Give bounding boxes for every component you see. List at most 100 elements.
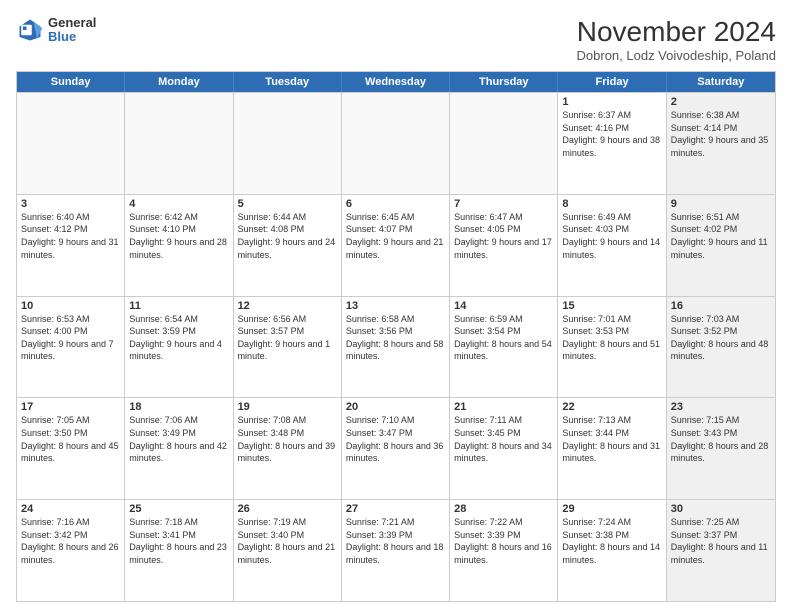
day-info: Sunrise: 6:54 AM Sunset: 3:59 PM Dayligh… (129, 313, 228, 363)
calendar-cell (17, 93, 125, 194)
weekday-header: Sunday (17, 72, 125, 92)
month-title: November 2024 (577, 16, 776, 48)
calendar-cell: 6Sunrise: 6:45 AM Sunset: 4:07 PM Daylig… (342, 195, 450, 296)
day-info: Sunrise: 7:16 AM Sunset: 3:42 PM Dayligh… (21, 516, 120, 566)
calendar-body: 1Sunrise: 6:37 AM Sunset: 4:16 PM Daylig… (17, 92, 775, 601)
day-info: Sunrise: 7:18 AM Sunset: 3:41 PM Dayligh… (129, 516, 228, 566)
day-info: Sunrise: 7:13 AM Sunset: 3:44 PM Dayligh… (562, 414, 661, 464)
day-number: 21 (454, 401, 553, 413)
logo-icon (16, 16, 44, 44)
day-number: 9 (671, 198, 771, 210)
calendar-row: 1Sunrise: 6:37 AM Sunset: 4:16 PM Daylig… (17, 92, 775, 194)
calendar-row: 17Sunrise: 7:05 AM Sunset: 3:50 PM Dayli… (17, 397, 775, 499)
day-number: 24 (21, 503, 120, 515)
calendar-cell: 18Sunrise: 7:06 AM Sunset: 3:49 PM Dayli… (125, 398, 233, 499)
day-info: Sunrise: 6:45 AM Sunset: 4:07 PM Dayligh… (346, 211, 445, 261)
calendar-cell: 20Sunrise: 7:10 AM Sunset: 3:47 PM Dayli… (342, 398, 450, 499)
calendar-row: 10Sunrise: 6:53 AM Sunset: 4:00 PM Dayli… (17, 296, 775, 398)
day-number: 1 (562, 96, 661, 108)
day-info: Sunrise: 6:40 AM Sunset: 4:12 PM Dayligh… (21, 211, 120, 261)
calendar-cell: 14Sunrise: 6:59 AM Sunset: 3:54 PM Dayli… (450, 297, 558, 398)
logo-blue: Blue (48, 30, 96, 44)
day-number: 30 (671, 503, 771, 515)
calendar: SundayMondayTuesdayWednesdayThursdayFrid… (16, 71, 776, 602)
day-info: Sunrise: 6:49 AM Sunset: 4:03 PM Dayligh… (562, 211, 661, 261)
day-info: Sunrise: 7:01 AM Sunset: 3:53 PM Dayligh… (562, 313, 661, 363)
calendar-cell: 26Sunrise: 7:19 AM Sunset: 3:40 PM Dayli… (234, 500, 342, 601)
day-number: 20 (346, 401, 445, 413)
calendar-cell: 22Sunrise: 7:13 AM Sunset: 3:44 PM Dayli… (558, 398, 666, 499)
logo-general: General (48, 16, 96, 30)
day-number: 11 (129, 300, 228, 312)
weekday-header: Thursday (450, 72, 558, 92)
day-number: 13 (346, 300, 445, 312)
calendar-cell: 1Sunrise: 6:37 AM Sunset: 4:16 PM Daylig… (558, 93, 666, 194)
calendar-cell: 15Sunrise: 7:01 AM Sunset: 3:53 PM Dayli… (558, 297, 666, 398)
calendar-cell: 2Sunrise: 6:38 AM Sunset: 4:14 PM Daylig… (667, 93, 775, 194)
day-number: 6 (346, 198, 445, 210)
day-info: Sunrise: 6:37 AM Sunset: 4:16 PM Dayligh… (562, 109, 661, 159)
calendar-cell: 5Sunrise: 6:44 AM Sunset: 4:08 PM Daylig… (234, 195, 342, 296)
page: General Blue November 2024 Dobron, Lodz … (0, 0, 792, 612)
calendar-cell (450, 93, 558, 194)
day-info: Sunrise: 6:58 AM Sunset: 3:56 PM Dayligh… (346, 313, 445, 363)
day-number: 19 (238, 401, 337, 413)
calendar-cell: 12Sunrise: 6:56 AM Sunset: 3:57 PM Dayli… (234, 297, 342, 398)
day-info: Sunrise: 7:05 AM Sunset: 3:50 PM Dayligh… (21, 414, 120, 464)
day-info: Sunrise: 7:08 AM Sunset: 3:48 PM Dayligh… (238, 414, 337, 464)
calendar-cell: 17Sunrise: 7:05 AM Sunset: 3:50 PM Dayli… (17, 398, 125, 499)
calendar-cell: 30Sunrise: 7:25 AM Sunset: 3:37 PM Dayli… (667, 500, 775, 601)
calendar-cell (342, 93, 450, 194)
calendar-cell: 4Sunrise: 6:42 AM Sunset: 4:10 PM Daylig… (125, 195, 233, 296)
calendar-header: SundayMondayTuesdayWednesdayThursdayFrid… (17, 72, 775, 92)
day-number: 22 (562, 401, 661, 413)
day-number: 10 (21, 300, 120, 312)
calendar-cell (125, 93, 233, 194)
calendar-cell: 21Sunrise: 7:11 AM Sunset: 3:45 PM Dayli… (450, 398, 558, 499)
day-info: Sunrise: 6:56 AM Sunset: 3:57 PM Dayligh… (238, 313, 337, 363)
calendar-cell: 29Sunrise: 7:24 AM Sunset: 3:38 PM Dayli… (558, 500, 666, 601)
day-number: 25 (129, 503, 228, 515)
day-number: 12 (238, 300, 337, 312)
weekday-header: Monday (125, 72, 233, 92)
calendar-cell: 7Sunrise: 6:47 AM Sunset: 4:05 PM Daylig… (450, 195, 558, 296)
day-info: Sunrise: 6:47 AM Sunset: 4:05 PM Dayligh… (454, 211, 553, 261)
calendar-cell: 27Sunrise: 7:21 AM Sunset: 3:39 PM Dayli… (342, 500, 450, 601)
header: General Blue November 2024 Dobron, Lodz … (16, 16, 776, 63)
day-number: 4 (129, 198, 228, 210)
day-number: 29 (562, 503, 661, 515)
day-info: Sunrise: 6:42 AM Sunset: 4:10 PM Dayligh… (129, 211, 228, 261)
day-info: Sunrise: 7:22 AM Sunset: 3:39 PM Dayligh… (454, 516, 553, 566)
calendar-cell: 9Sunrise: 6:51 AM Sunset: 4:02 PM Daylig… (667, 195, 775, 296)
weekday-header: Friday (558, 72, 666, 92)
day-number: 14 (454, 300, 553, 312)
day-number: 5 (238, 198, 337, 210)
day-info: Sunrise: 7:06 AM Sunset: 3:49 PM Dayligh… (129, 414, 228, 464)
day-number: 3 (21, 198, 120, 210)
calendar-cell: 19Sunrise: 7:08 AM Sunset: 3:48 PM Dayli… (234, 398, 342, 499)
calendar-cell (234, 93, 342, 194)
day-info: Sunrise: 6:44 AM Sunset: 4:08 PM Dayligh… (238, 211, 337, 261)
day-number: 16 (671, 300, 771, 312)
calendar-cell: 16Sunrise: 7:03 AM Sunset: 3:52 PM Dayli… (667, 297, 775, 398)
day-info: Sunrise: 6:51 AM Sunset: 4:02 PM Dayligh… (671, 211, 771, 261)
day-info: Sunrise: 6:53 AM Sunset: 4:00 PM Dayligh… (21, 313, 120, 363)
calendar-row: 3Sunrise: 6:40 AM Sunset: 4:12 PM Daylig… (17, 194, 775, 296)
day-number: 23 (671, 401, 771, 413)
calendar-cell: 25Sunrise: 7:18 AM Sunset: 3:41 PM Dayli… (125, 500, 233, 601)
title-block: November 2024 Dobron, Lodz Voivodeship, … (577, 16, 776, 63)
day-info: Sunrise: 6:59 AM Sunset: 3:54 PM Dayligh… (454, 313, 553, 363)
calendar-cell: 10Sunrise: 6:53 AM Sunset: 4:00 PM Dayli… (17, 297, 125, 398)
day-info: Sunrise: 6:38 AM Sunset: 4:14 PM Dayligh… (671, 109, 771, 159)
weekday-header: Wednesday (342, 72, 450, 92)
day-number: 26 (238, 503, 337, 515)
day-info: Sunrise: 7:21 AM Sunset: 3:39 PM Dayligh… (346, 516, 445, 566)
day-info: Sunrise: 7:25 AM Sunset: 3:37 PM Dayligh… (671, 516, 771, 566)
logo-text: General Blue (48, 16, 96, 45)
day-info: Sunrise: 7:15 AM Sunset: 3:43 PM Dayligh… (671, 414, 771, 464)
day-number: 8 (562, 198, 661, 210)
calendar-cell: 11Sunrise: 6:54 AM Sunset: 3:59 PM Dayli… (125, 297, 233, 398)
calendar-cell: 24Sunrise: 7:16 AM Sunset: 3:42 PM Dayli… (17, 500, 125, 601)
calendar-cell: 23Sunrise: 7:15 AM Sunset: 3:43 PM Dayli… (667, 398, 775, 499)
day-info: Sunrise: 7:24 AM Sunset: 3:38 PM Dayligh… (562, 516, 661, 566)
